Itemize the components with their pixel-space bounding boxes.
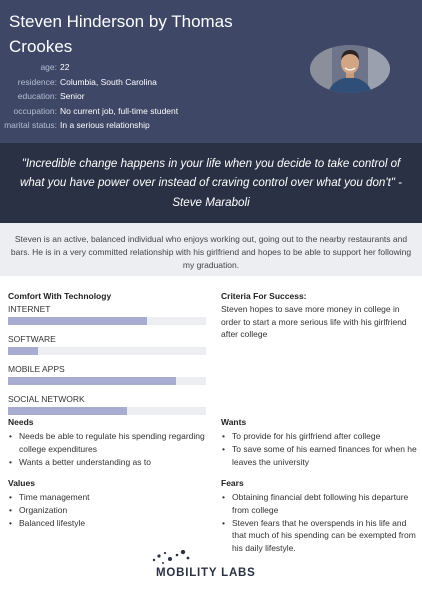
detail-label: residence:	[17, 76, 57, 87]
tech-label: SOCIAL NETWORK	[8, 394, 85, 404]
list-item: Obtaining financial debt following his d…	[221, 491, 417, 516]
comfort-heading: Comfort With Technology	[8, 291, 112, 301]
list-item: Organization	[8, 504, 208, 517]
criteria-text: Steven hopes to save more money in colle…	[221, 304, 407, 339]
comfort-section: Comfort With Technology INTERNET SOFTWAR…	[8, 291, 208, 415]
list-item: To provide for his girlfriend after coll…	[221, 430, 417, 443]
detail-label: education:	[17, 91, 57, 102]
mobility-labs-logo: MOBILITY LABS	[150, 550, 280, 586]
detail-value: In a serious relationship	[60, 120, 150, 131]
summary-text: Steven is an active, balanced individual…	[0, 223, 422, 276]
list-item: Wants a better understanding as to	[8, 456, 208, 469]
tech-bar-track	[8, 317, 206, 325]
list-item: Steven fears that he overspends in his l…	[221, 517, 417, 555]
detail-label: age:	[40, 62, 57, 72]
tech-item-internet: INTERNET	[8, 303, 208, 325]
detail-value: 22	[60, 62, 70, 72]
fears-heading: Fears	[221, 478, 244, 488]
person-photo-icon	[310, 45, 390, 93]
persona-page: Steven Hinderson by Thomas Crookes age: …	[0, 0, 422, 591]
quote-text: "Incredible change happens in your life …	[19, 156, 403, 209]
values-list: Time management Organization Balanced li…	[8, 491, 208, 530]
logo-dots-icon	[152, 550, 190, 564]
tech-item-software: SOFTWARE	[8, 333, 208, 355]
page-title: Steven Hinderson by Thomas Crookes	[9, 12, 233, 56]
tech-bar-fill	[8, 407, 127, 415]
detail-value: No current job, full-time student	[60, 105, 179, 116]
header: Steven Hinderson by Thomas Crookes age: …	[0, 0, 422, 143]
fears-list: Obtaining financial debt following his d…	[221, 491, 417, 554]
quote-banner: "Incredible change happens in your life …	[0, 143, 422, 223]
detail-value: Senior	[60, 91, 85, 102]
detail-label: occupation:	[13, 105, 57, 116]
details-list: age: 22 residence: Columbia, South Carol…	[0, 60, 300, 133]
tech-item-social-network: SOCIAL NETWORK	[8, 393, 208, 415]
criteria-heading: Criteria For Success:	[221, 291, 307, 301]
detail-row-occupation: occupation: No current job, full-time st…	[0, 104, 300, 119]
tech-bar-track	[8, 377, 206, 385]
tech-label: INTERNET	[8, 304, 51, 314]
tech-bar-fill	[8, 377, 177, 385]
tech-item-mobile-apps: MOBILE APPS	[8, 363, 208, 385]
wants-list: To provide for his girlfriend after coll…	[221, 430, 417, 468]
wants-heading: Wants	[221, 417, 247, 427]
avatar	[310, 45, 390, 93]
detail-value: Columbia, South Carolina	[60, 76, 157, 87]
detail-row-age: age: 22	[0, 60, 300, 75]
tech-bar-fill	[8, 347, 38, 355]
needs-list: Needs be able to regulate his spending r…	[8, 430, 208, 468]
detail-label: marital status:	[4, 120, 57, 131]
tech-bar-fill	[8, 317, 147, 325]
list-item: Balanced lifestyle	[8, 517, 208, 530]
needs-section: Needs Needs be able to regulate his spen…	[8, 417, 208, 469]
tech-label: MOBILE APPS	[8, 364, 65, 374]
values-heading: Values	[8, 478, 35, 488]
detail-row-education: education: Senior	[0, 89, 300, 104]
tech-bar-track	[8, 407, 206, 415]
detail-row-marital-status: marital status: In a serious relationshi…	[0, 118, 300, 133]
needs-heading: Needs	[8, 417, 34, 427]
fears-section: Fears Obtaining financial debt following…	[221, 478, 417, 555]
detail-row-residence: residence: Columbia, South Carolina	[0, 75, 300, 90]
wants-section: Wants To provide for his girlfriend afte…	[221, 417, 417, 469]
values-section: Values Time management Organization Bala…	[8, 478, 208, 530]
logo-text: MOBILITY LABS	[156, 567, 256, 579]
tech-bar-track	[8, 347, 206, 355]
list-item: Needs be able to regulate his spending r…	[8, 430, 208, 455]
list-item: To save some of his earned finances for …	[221, 443, 417, 468]
tech-label: SOFTWARE	[8, 334, 56, 344]
list-item: Time management	[8, 491, 208, 504]
criteria-section: Criteria For Success: Steven hopes to sa…	[221, 291, 417, 341]
